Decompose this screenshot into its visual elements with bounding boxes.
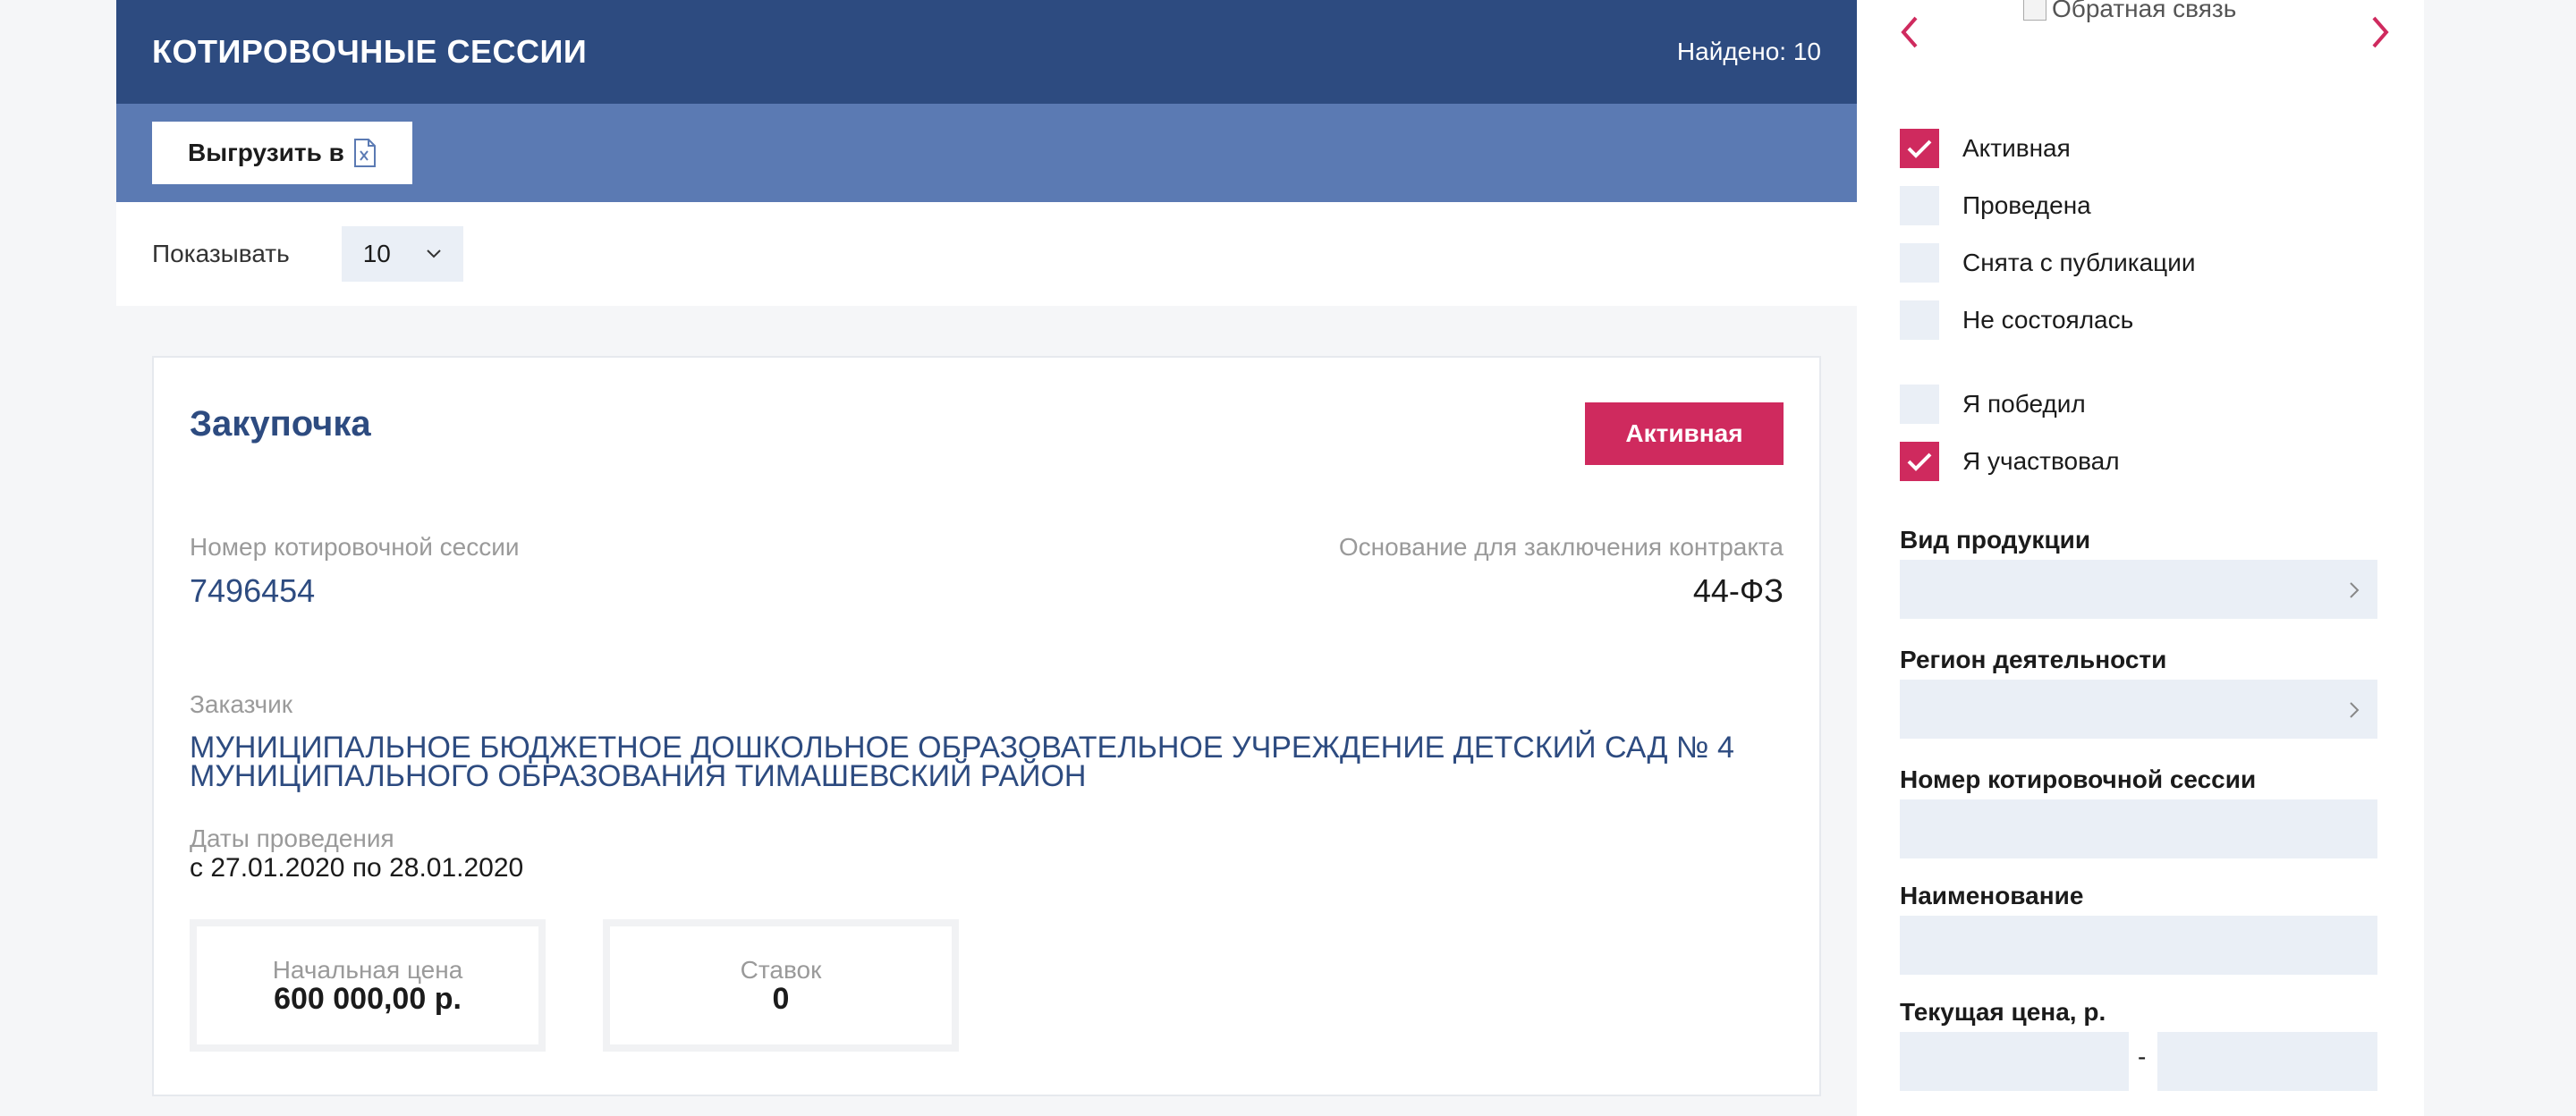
price-range-separator: - (2138, 1043, 2147, 1070)
checkbox-checked[interactable] (1900, 129, 1939, 168)
checkmark-icon (1907, 452, 1932, 471)
page-header: КОТИРОВОЧНЫЕ СЕССИИ Найдено: 10 (116, 0, 1857, 104)
status-badge[interactable]: Активная (1585, 402, 1784, 465)
main-panel: КОТИРОВОЧНЫЕ СЕССИИ Найдено: 10 Выгрузит… (116, 0, 1857, 306)
bids-label: Ставок (740, 956, 822, 984)
filter-label: Я участвовал (1962, 447, 2120, 475)
basis-label: Основание для заключения контракта (1338, 533, 1784, 561)
broken-image-icon (2023, 0, 2046, 21)
filter-label: Не состоялась (1962, 306, 2134, 334)
page-size-label: Показывать (152, 240, 290, 267)
dates-label: Даты проведения (190, 824, 394, 852)
feedback-banner-alt: Обратная связь (2052, 0, 2237, 22)
checkbox-checked[interactable] (1900, 442, 1939, 481)
chevron-right-icon (2350, 582, 2360, 598)
filter-won[interactable]: Я победил (1900, 385, 2086, 424)
filter-label: Я победил (1962, 390, 2086, 418)
price-filter-label: Текущая цена, р. (1900, 998, 2106, 1026)
bids-box: Ставок 0 (603, 919, 959, 1052)
page-size-row: Показывать 10 (116, 202, 1857, 306)
filter-label: Снята с публикации (1962, 249, 2196, 276)
session-number-value[interactable]: 7496454 (190, 572, 315, 610)
basis-value: 44-ФЗ (1692, 572, 1784, 609)
page-title: КОТИРОВОЧНЫЕ СЕССИИ (152, 33, 588, 70)
page-size-value: 10 (362, 240, 391, 267)
session-number-input[interactable] (1900, 799, 2377, 858)
checkbox[interactable] (1900, 300, 1939, 340)
results-count: Найдено: 10 (1676, 38, 1821, 65)
filter-active[interactable]: Активная (1900, 129, 2071, 168)
region-label: Регион деятельности (1900, 646, 2167, 673)
dates-value: с 27.01.2020 по 28.01.2020 (190, 853, 524, 883)
page-size-select[interactable]: 10 (341, 226, 463, 282)
chevron-right-icon (2350, 702, 2360, 718)
checkbox[interactable] (1900, 243, 1939, 283)
chevron-down-icon (427, 249, 441, 258)
card-title[interactable]: Закупочка (190, 404, 371, 444)
product-type-select[interactable] (1900, 560, 2377, 619)
product-type-label: Вид продукции (1900, 526, 2091, 554)
session-number-label: Номер котировочной сессии (190, 533, 520, 561)
checkbox[interactable] (1900, 186, 1939, 225)
customer-label: Заказчик (190, 690, 292, 718)
filter-label: Проведена (1962, 191, 2091, 219)
price-to-input[interactable] (2157, 1032, 2377, 1091)
filter-failed[interactable]: Не состоялась (1900, 300, 2133, 340)
filter-sidebar: Обратная связь Активная Проведена Снята … (1857, 0, 2424, 1116)
filter-held[interactable]: Проведена (1900, 186, 2091, 225)
filter-unpublished[interactable]: Снята с публикации (1900, 243, 2195, 283)
toolbar: Выгрузить в (116, 104, 1857, 202)
name-filter-label: Наименование (1900, 882, 2084, 909)
chevron-right-icon[interactable] (2361, 11, 2397, 55)
chevron-left-icon[interactable] (1893, 11, 1928, 55)
name-input[interactable] (1900, 916, 2377, 975)
session-card[interactable]: Закупочка Активная Номер котировочной се… (152, 356, 1821, 1096)
session-number-filter-label: Номер котировочной сессии (1900, 765, 2257, 793)
checkbox[interactable] (1900, 385, 1939, 424)
checkmark-icon (1907, 140, 1932, 158)
bids-value: 0 (772, 982, 790, 1016)
feedback-banner[interactable]: Обратная связь (2023, 0, 2236, 23)
filter-label: Активная (1962, 134, 2071, 162)
export-button[interactable]: Выгрузить в (152, 122, 412, 184)
price-from-input[interactable] (1900, 1032, 2129, 1091)
customer-link[interactable]: МУНИЦИПАЛЬНОЕ БЮДЖЕТНОЕ ДОШКОЛЬНОЕ ОБРАЗ… (190, 732, 1764, 791)
export-button-label: Выгрузить в (188, 139, 344, 166)
excel-file-icon (353, 139, 377, 167)
filter-participated[interactable]: Я участвовал (1900, 442, 2120, 481)
region-select[interactable] (1900, 680, 2377, 739)
start-price-label: Начальная цена (272, 956, 463, 984)
start-price-value: 600 000,00 р. (274, 982, 462, 1016)
start-price-box: Начальная цена 600 000,00 р. (190, 919, 546, 1052)
